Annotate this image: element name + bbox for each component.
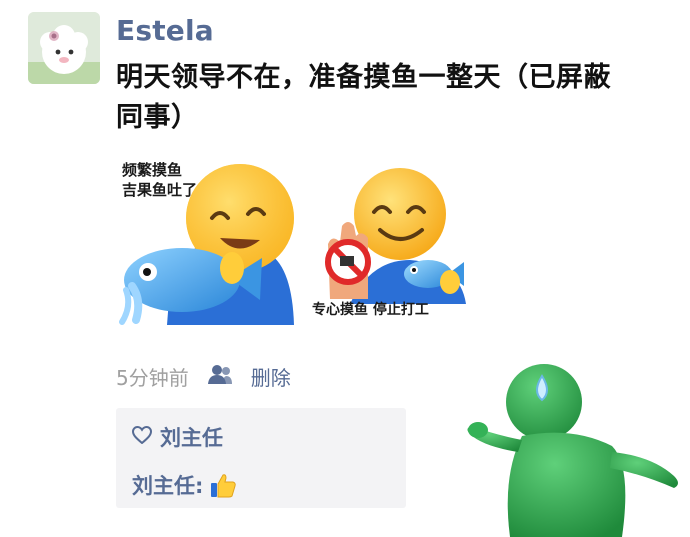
sticker-caption-2: 专心摸鱼 停止打工 bbox=[312, 302, 429, 318]
post-text-line-1: 明天领导不在，准备摸鱼一整天（已屏蔽 bbox=[116, 62, 611, 93]
like-row: 刘主任 bbox=[131, 422, 223, 452]
sticker-caption-1: 频繁摸鱼 吉果鱼吐了 bbox=[122, 161, 198, 199]
post-text-line-2: 同事） bbox=[116, 102, 199, 133]
running-man-icon bbox=[467, 364, 678, 537]
liker-name[interactable]: 刘主任 bbox=[160, 422, 223, 452]
heart-icon bbox=[131, 425, 153, 449]
comment-author[interactable]: 刘主任: bbox=[132, 470, 203, 500]
avatar[interactable] bbox=[28, 12, 100, 84]
post-time: 5分钟前 bbox=[116, 365, 189, 390]
author-name[interactable]: Estela bbox=[116, 14, 214, 47]
sheep-avatar-icon bbox=[28, 12, 100, 84]
thumbs-up-icon bbox=[209, 471, 237, 499]
visibility-icon[interactable] bbox=[207, 363, 233, 390]
emoji-no-work-icon bbox=[325, 168, 466, 304]
sticker-fish-vomit[interactable]: 频繁摸鱼 吉果鱼吐了 bbox=[112, 150, 302, 330]
post-text: 明天领导不在，准备摸鱼一整天（已屏蔽 同事） bbox=[116, 58, 676, 138]
comment-box: 刘主任 刘主任: bbox=[116, 408, 406, 508]
post-meta: 5分钟前 删除 bbox=[116, 362, 291, 390]
comment-item[interactable]: 刘主任: bbox=[132, 470, 237, 500]
delete-button[interactable]: 删除 bbox=[251, 362, 291, 391]
moments-post: Estela 明天领导不在，准备摸鱼一整天（已屏蔽 同事） 频繁摸鱼 吉果鱼吐了… bbox=[0, 0, 690, 537]
sticker-focus-fishing[interactable]: 专心摸鱼 停止打工 bbox=[310, 164, 480, 330]
running-figure-sticker bbox=[462, 356, 690, 537]
